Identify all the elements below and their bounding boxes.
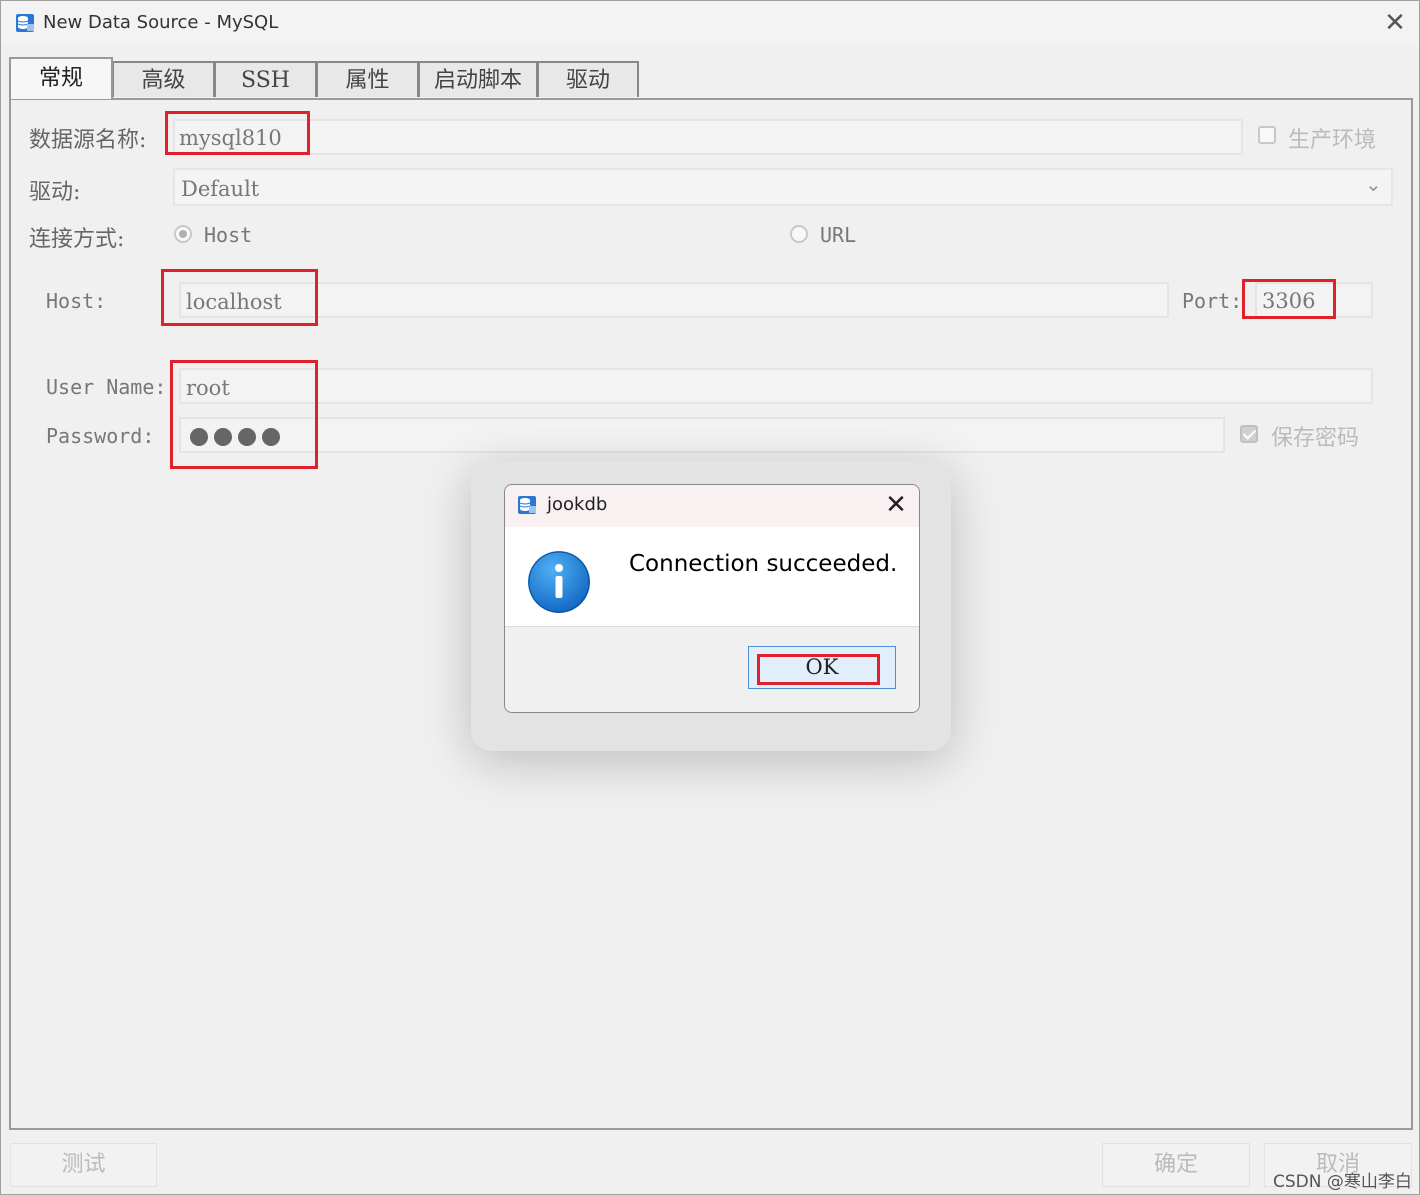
dialog-body: Connection succeeded. [505,527,919,626]
production-label: 生产环境 [1288,128,1377,153]
tab-startup-script[interactable]: 启动脚本 [418,61,538,97]
username-input[interactable]: root [179,368,1373,404]
tab-driver[interactable]: 驱动 [537,61,639,97]
password-mask-dot [190,428,208,446]
tab-general[interactable]: 常规 [9,57,113,99]
url-radio-label: URL [820,223,857,247]
username-value: root [186,376,230,400]
password-mask-dot [214,428,232,446]
dialog-title: jookdb [547,494,608,515]
database-app-icon [16,14,34,32]
port-input[interactable]: 3306 [1255,282,1373,318]
title-bar: New Data Source - MySQL ✕ [1,1,1419,45]
datasource-name-label: 数据源名称: [29,128,147,153]
watermark: CSDN @寒山李白 [1273,1172,1412,1192]
dialog-close-button[interactable]: ✕ [881,490,911,520]
save-password-checkbox[interactable] [1240,425,1258,443]
password-mask-dot [238,428,256,446]
password-mask-dot [262,428,280,446]
ok-button[interactable]: OK [748,646,896,689]
password-label: Password: [46,424,155,448]
host-label: Host: [46,289,107,313]
datasource-name-input[interactable]: mysql810 [173,119,1243,155]
host-radio[interactable] [174,225,192,243]
port-label: Port: [1182,289,1243,313]
new-data-source-window: New Data Source - MySQL ✕ 常规 高级 SSH 属性 启… [0,0,1420,1195]
username-label: User Name: [46,375,167,399]
host-value: localhost [186,290,282,314]
host-input[interactable]: localhost [179,282,1169,318]
dialog-message: Connection succeeded. [629,551,898,577]
info-icon [528,551,590,613]
production-checkbox[interactable] [1258,126,1276,144]
save-password-label: 保存密码 [1271,426,1360,451]
url-radio[interactable] [790,225,808,243]
window-title: New Data Source - MySQL [43,12,279,33]
dialog-title-bar: jookdb ✕ [505,485,919,527]
driver-value: Default [181,177,260,201]
database-app-icon [518,496,536,514]
host-radio-label: Host [204,223,253,247]
chevron-down-icon: ⌄ [1365,172,1382,196]
dialog-footer: OK [505,626,919,712]
confirm-button[interactable]: 确定 [1102,1143,1250,1187]
tab-properties[interactable]: 属性 [316,61,419,97]
window-close-button[interactable]: ✕ [1381,7,1409,39]
connection-result-dialog: jookdb ✕ Connection succeeded. OK [504,484,920,713]
datasource-name-value: mysql810 [179,126,282,150]
port-value: 3306 [1262,289,1316,313]
driver-label: 驱动: [29,180,81,205]
driver-select[interactable]: Default ⌄ [173,168,1393,206]
test-button[interactable]: 测试 [10,1143,157,1187]
connection-method-label: 连接方式: [29,227,125,252]
password-input[interactable] [179,417,1225,453]
tab-advanced[interactable]: 高级 [112,61,215,97]
tab-ssh[interactable]: SSH [214,61,317,97]
